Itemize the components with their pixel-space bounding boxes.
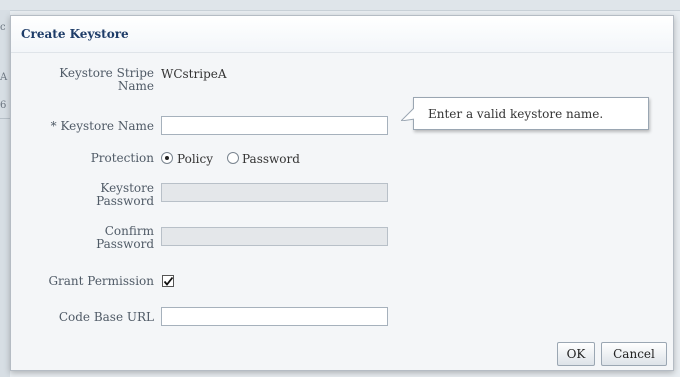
protection-label: Protection: [90, 151, 154, 165]
background-fragment: A: [0, 72, 8, 83]
keystore-name-label: * Keystore Name: [50, 119, 154, 133]
background-divider: [0, 118, 10, 119]
protection-policy-radio[interactable]: [161, 152, 173, 164]
keystore-password-input: [161, 183, 388, 202]
confirm-password-label-line2: Password: [96, 237, 154, 251]
validation-tooltip: Enter a valid keystore name.: [401, 97, 649, 130]
protection-policy-label[interactable]: Policy: [177, 152, 213, 166]
tooltip-arrow-icon: [401, 107, 415, 121]
stripe-name-label-line2: Name: [117, 79, 154, 93]
dialog-title: Create Keystore: [21, 27, 129, 41]
background-panel: [0, 10, 10, 377]
stripe-name-value: WCstripeA: [161, 67, 227, 81]
grant-permission-label: Grant Permission: [48, 274, 154, 288]
keystore-password-label-line2: Password: [96, 194, 154, 208]
keystore-password-label: Keystore Password: [11, 182, 154, 208]
protection-password-radio[interactable]: [227, 152, 239, 164]
confirm-password-input: [161, 227, 388, 246]
code-base-url-label: Code Base URL: [58, 310, 154, 324]
dialog-header: Create Keystore: [11, 16, 673, 53]
confirm-password-label: Confirm Password: [11, 225, 154, 251]
checkmark-icon: [163, 276, 174, 286]
background-fragment: 6: [0, 100, 7, 111]
protection-password-label[interactable]: Password: [242, 152, 300, 166]
ok-button[interactable]: OK: [557, 342, 595, 366]
tooltip-text: Enter a valid keystore name.: [428, 107, 604, 121]
cancel-button[interactable]: Cancel: [601, 342, 667, 366]
stripe-name-label: Keystore Stripe Name: [11, 67, 154, 93]
background-header: [0, 0, 680, 11]
keystore-name-input[interactable]: [161, 116, 388, 135]
grant-permission-checkbox[interactable]: [162, 275, 174, 287]
code-base-url-input[interactable]: [161, 307, 388, 326]
create-keystore-dialog: Create Keystore Keystore Stripe Name WCs…: [10, 15, 674, 371]
background-fragment: c: [0, 22, 6, 33]
